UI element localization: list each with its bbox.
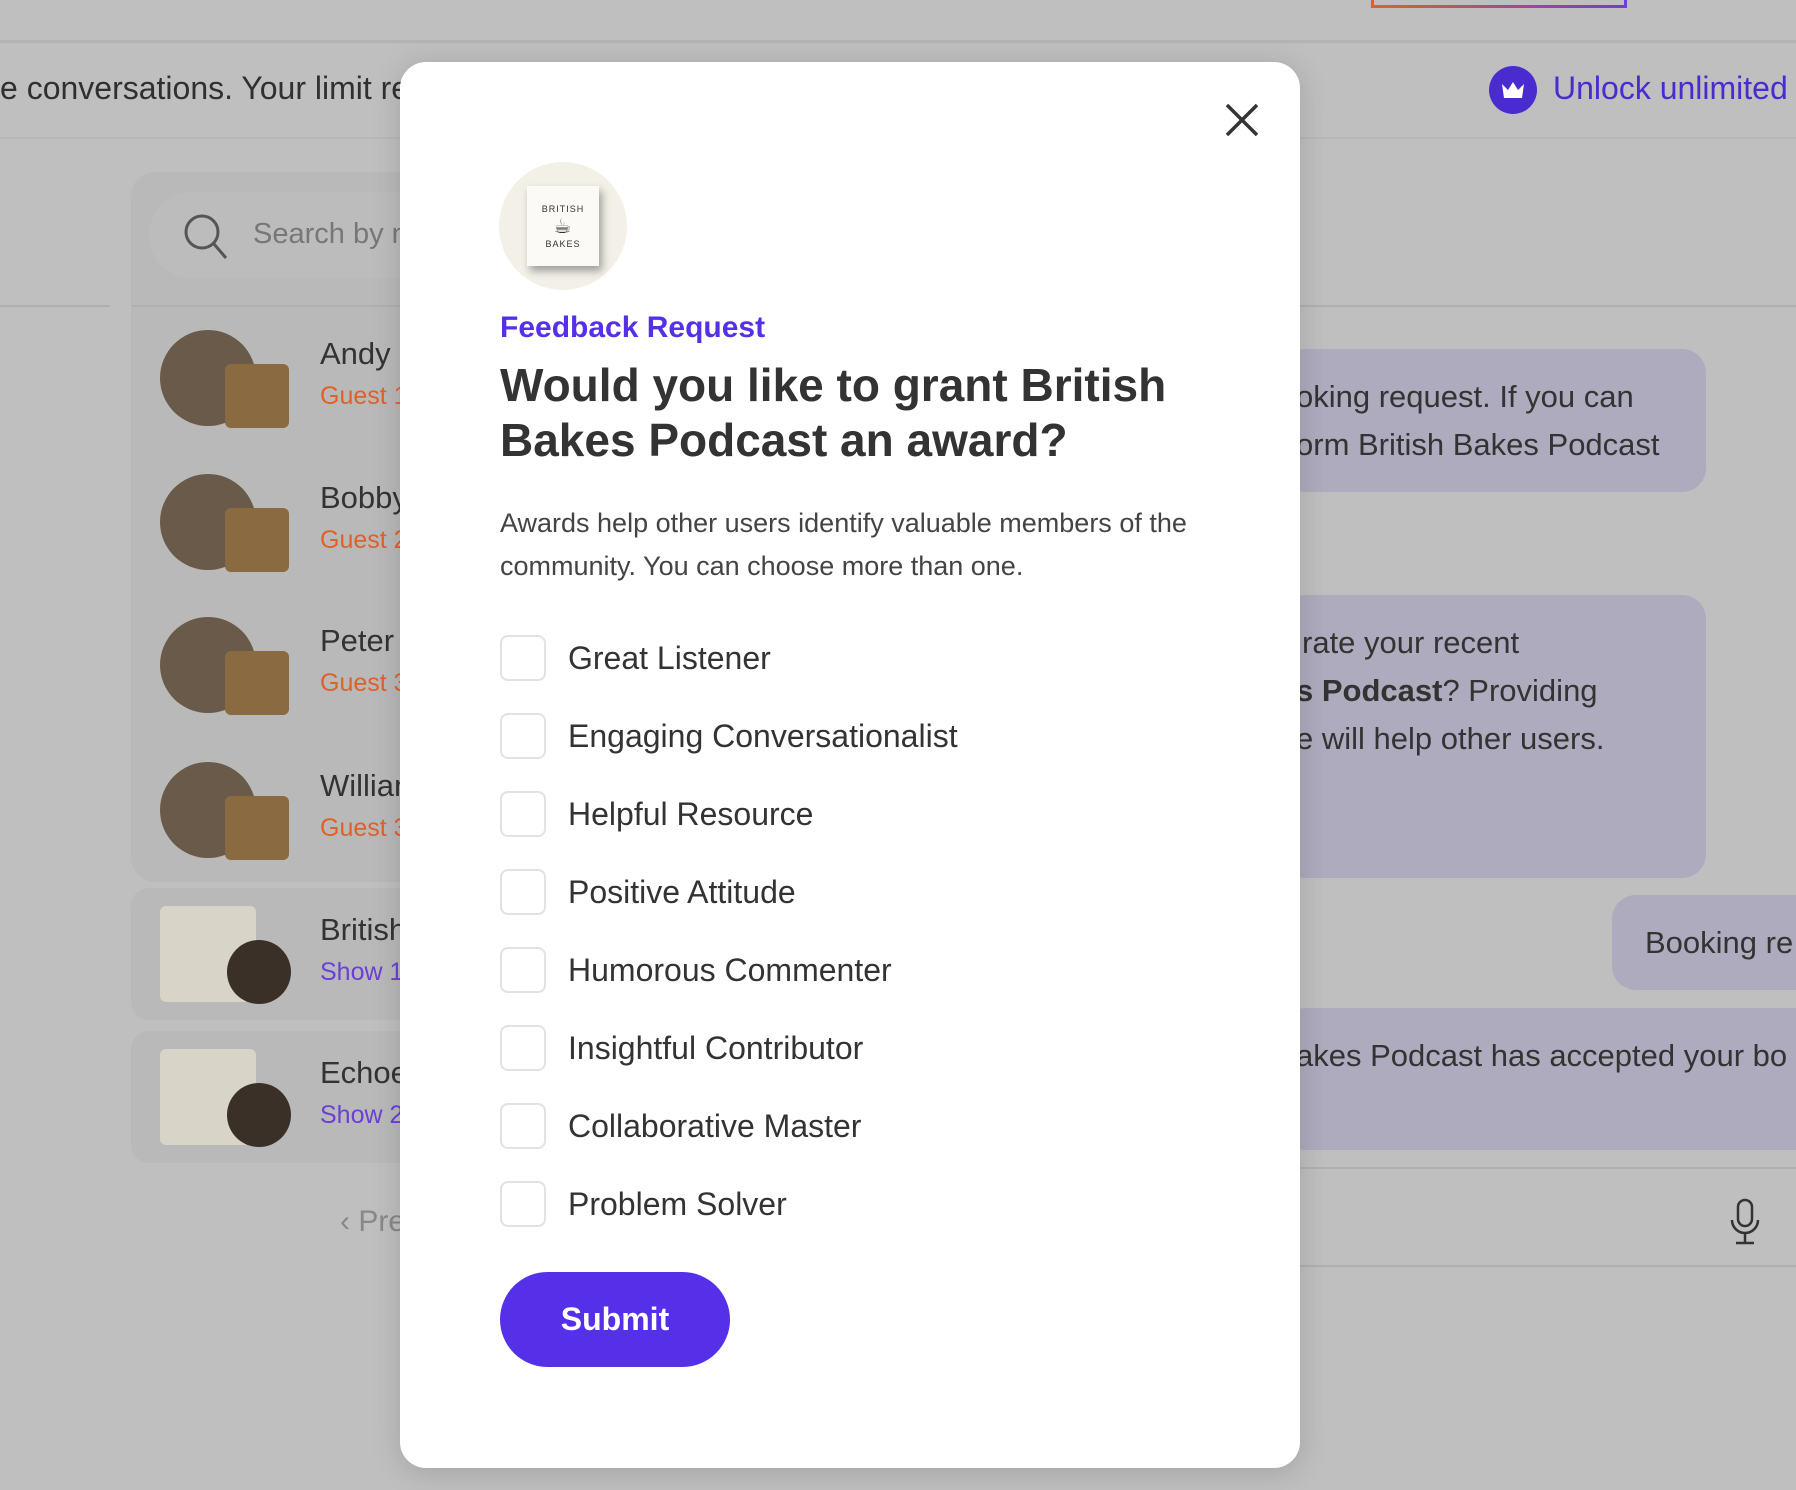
crown-icon[interactable] (1489, 66, 1537, 114)
conversation-list-item[interactable]: Andy Guest 1 (131, 312, 431, 444)
award-option[interactable]: Helpful Resource (500, 775, 958, 853)
avatar (227, 940, 291, 1004)
avatar (227, 1083, 291, 1147)
limit-text: e conversations. Your limit re (0, 70, 410, 106)
award-option[interactable]: Great Listener (500, 619, 958, 697)
bubble-text: oking request. If you can (1296, 379, 1634, 414)
checkbox[interactable] (500, 947, 546, 993)
award-option[interactable]: Engaging Conversationalist (500, 697, 958, 775)
bubble-text: s Podcast? Providing (1296, 673, 1598, 709)
contact-role: Show 1 (320, 958, 404, 986)
award-option-label: Insightful Contributor (568, 1029, 864, 1066)
submit-button[interactable]: Submit (500, 1272, 730, 1367)
checkbox[interactable] (500, 1181, 546, 1227)
unlock-unlimited-link[interactable]: Unlock unlimited (1553, 70, 1788, 107)
bubble-text: rate your recent (1302, 625, 1520, 660)
award-option-label: Helpful Resource (568, 795, 814, 832)
conversation-list-item[interactable]: Echoe Show 2 (131, 1031, 431, 1163)
bubble-text: ? Providing (1442, 673, 1598, 708)
contact-role: Show 2 (320, 1101, 404, 1129)
microphone-icon[interactable] (1728, 1198, 1762, 1246)
top-button[interactable] (1371, 0, 1627, 8)
checkbox[interactable] (500, 635, 546, 681)
checkbox[interactable] (500, 1103, 546, 1149)
divider (0, 40, 1796, 43)
contact-name: British (320, 912, 407, 947)
conversation-list-item[interactable]: Bobby Guest 2 (131, 456, 431, 588)
award-option-label: Problem Solver (568, 1185, 787, 1222)
dialog-kicker: Feedback Request (500, 311, 766, 344)
contact-name: Echoe (320, 1055, 408, 1090)
contact-role: Guest 2 (320, 526, 408, 554)
bubble-text: e will help other users. (1296, 721, 1605, 756)
contact-name: Bobby (320, 480, 408, 515)
divider (0, 305, 110, 307)
conversation-list-item[interactable]: Willian Guest 3 (131, 744, 431, 876)
checkbox[interactable] (500, 713, 546, 759)
show-thumbnail (225, 508, 289, 572)
bubble-text: akes Podcast has accepted your bo (1296, 1038, 1788, 1073)
contact-name: Andy (320, 336, 391, 371)
bubble-text: orm British Bakes Podcast (1296, 427, 1660, 462)
dialog-title: Would you like to grant British Bakes Po… (500, 359, 1167, 466)
award-option-label: Humorous Commenter (568, 951, 892, 988)
award-options: Great Listener Engaging Conversationalist… (500, 619, 958, 1243)
show-thumbnail (225, 364, 289, 428)
contact-role: Guest 3 (320, 814, 408, 842)
chat-bubble: oking request. If you can orm British Ba… (1282, 349, 1706, 492)
award-option-label: Engaging Conversationalist (568, 717, 958, 754)
dialog-description: Awards help other users identify valuabl… (500, 508, 1187, 581)
award-option-label: Great Listener (568, 639, 771, 676)
award-option[interactable]: Insightful Contributor (500, 1009, 958, 1087)
conversation-list-item[interactable]: British Show 1 (131, 888, 431, 1020)
award-option[interactable]: Humorous Commenter (500, 931, 958, 1009)
podcast-logo: BRITISH ☕ BAKES (499, 162, 627, 290)
contact-name: Peter (320, 623, 395, 658)
close-icon[interactable] (1224, 102, 1260, 138)
contact-role: Guest 3 (320, 669, 408, 697)
checkbox[interactable] (500, 791, 546, 837)
award-option[interactable]: Collaborative Master (500, 1087, 958, 1165)
contact-role: Guest 1 (320, 382, 408, 410)
chat-bubble: akes Podcast has accepted your bo (1282, 1008, 1796, 1150)
contact-name: Willian (320, 768, 412, 803)
search-icon (184, 214, 228, 259)
chat-bubble-sent: Booking re (1612, 895, 1796, 990)
show-thumbnail (225, 651, 289, 715)
previous-page-button[interactable]: ‹ Pre (340, 1205, 405, 1239)
checkbox[interactable] (500, 869, 546, 915)
divider (1300, 1265, 1796, 1267)
bubble-bold: s Podcast (1296, 673, 1443, 708)
award-option-label: Positive Attitude (568, 873, 796, 910)
conversation-list-item[interactable]: Peter Guest 3 (131, 599, 431, 731)
search-placeholder: Search by n (253, 218, 408, 250)
chat-bubble: rate your recent s Podcast? Providing e … (1282, 595, 1706, 878)
award-option[interactable]: Positive Attitude (500, 853, 958, 931)
award-dialog: BRITISH ☕ BAKES Feedback Request Would you… (400, 62, 1300, 1468)
checkbox[interactable] (500, 1025, 546, 1071)
award-option-label: Collaborative Master (568, 1107, 862, 1144)
bubble-text: Booking re (1645, 925, 1794, 960)
divider (1300, 1167, 1796, 1169)
show-thumbnail (225, 796, 289, 860)
award-option[interactable]: Problem Solver (500, 1165, 958, 1243)
